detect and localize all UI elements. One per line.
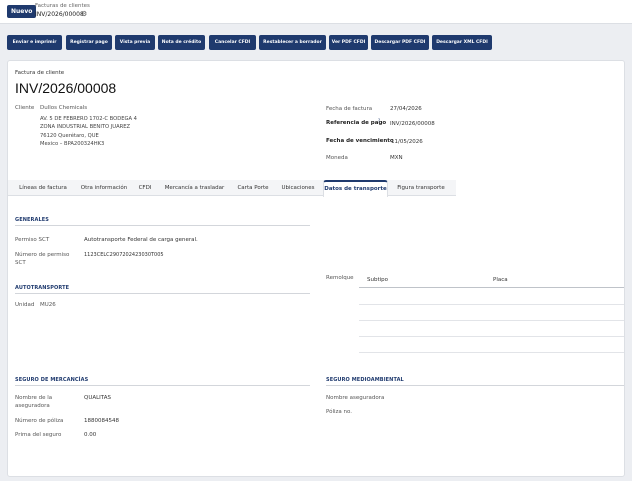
- currency-label: Moneda: [326, 155, 348, 161]
- address-line: 76120 Querétaro, QUE: [40, 132, 99, 139]
- address-line: AV. 5 DE FEBRERO 1702-C BODEGA 4: [40, 116, 137, 122]
- section-seguro-mercancias: SEGURO DE MERCANCÍAS: [15, 377, 89, 383]
- breadcrumb-parent[interactable]: Facturas de clientes: [35, 3, 90, 9]
- table-header: Subtipo Placa: [359, 272, 624, 288]
- poliza-value[interactable]: 1880084548: [84, 418, 119, 424]
- customer-name-link[interactable]: Dullos Chemicals: [40, 105, 87, 111]
- form-sheet: Factura de cliente INV/2026/00008 Client…: [7, 60, 625, 477]
- aseguradora-medio-label: Nombre aseguradora: [326, 395, 385, 401]
- prima-label: Prima del seguro: [15, 432, 62, 438]
- register-payment-button[interactable]: Registrar pago: [66, 35, 112, 50]
- payment-ref-value[interactable]: INV/2026/00008: [390, 121, 435, 127]
- section-divider: [15, 293, 310, 294]
- prima-value[interactable]: 0.00: [84, 432, 96, 438]
- gear-icon[interactable]: ⚙: [81, 10, 87, 18]
- numero-permiso-label: Número de permiso: [15, 252, 70, 258]
- cancel-cfdi-button[interactable]: Cancelar CFDI: [209, 35, 256, 50]
- due-date-label: Fecha de vencimiento: [326, 138, 394, 144]
- credit-note-button[interactable]: Nota de crédito: [158, 35, 205, 50]
- remolque-label: Remolque: [326, 275, 354, 281]
- tab-invoice-lines[interactable]: Líneas de factura: [12, 180, 74, 196]
- download-pdf-cfdi-button[interactable]: Descargar PDF CFDI: [371, 35, 429, 50]
- tab-goods-transfer[interactable]: Mercancía a trasladar: [158, 180, 231, 196]
- unidad-label: Unidad: [15, 302, 35, 308]
- notebook-tabs: Líneas de factura Otra información CFDI …: [8, 180, 456, 197]
- due-date-value[interactable]: 11/05/2026: [391, 139, 423, 145]
- table-row: [359, 304, 624, 305]
- address-line: Mexico – BPA200324HK3: [40, 140, 105, 147]
- aseguradora-label: Nombre de la: [15, 395, 53, 401]
- section-divider: [15, 225, 310, 226]
- doc-type-label: Factura de cliente: [15, 70, 65, 76]
- tab-other-info[interactable]: Otra información: [74, 180, 134, 196]
- breadcrumb-current: INV/2026/00008: [35, 11, 84, 18]
- permiso-sct-value[interactable]: Autotransporte Federal de carga general.: [84, 237, 198, 243]
- section-seguro-medioambiental: SEGURO MEDIOAMBIENTAL: [326, 377, 404, 383]
- currency-value[interactable]: MXN: [390, 155, 403, 161]
- col-subtipo[interactable]: Subtipo: [367, 277, 388, 283]
- table-row: [359, 320, 624, 321]
- aseguradora-label-2: aseguradora: [15, 403, 50, 409]
- section-divider: [15, 385, 310, 386]
- view-pdf-cfdi-button[interactable]: Ver PDF CFDI: [329, 35, 368, 50]
- download-xml-cfdi-button[interactable]: Descargar XML CFDI: [432, 35, 492, 50]
- reset-draft-button[interactable]: Restablecer a borrador: [259, 35, 326, 50]
- tab-cfdi[interactable]: CFDI: [134, 180, 156, 196]
- tab-transport-figure[interactable]: Figura transporte: [390, 180, 452, 196]
- numero-permiso-value[interactable]: 1123CELC2907202423030T005: [84, 252, 164, 258]
- aseguradora-value[interactable]: QUALITAS: [84, 395, 111, 401]
- customer-address: AV. 5 DE FEBRERO 1702-C BODEGA 4 ZONA IN…: [40, 115, 137, 148]
- table-row: [359, 352, 624, 353]
- help-tooltip-icon[interactable]: ?: [378, 118, 380, 123]
- preview-button[interactable]: Vista previa: [115, 35, 155, 50]
- send-print-button[interactable]: Enviar e imprimir: [7, 35, 62, 50]
- new-button[interactable]: Nuevo: [7, 5, 37, 18]
- section-divider: [326, 385, 624, 386]
- unidad-value-link[interactable]: MU26: [40, 302, 56, 308]
- poliza-medio-label: Póliza no.: [326, 409, 353, 415]
- address-line: ZONA INDUSTRIAL BENITO JUAREZ: [40, 124, 131, 131]
- numero-permiso-label-2: SCT: [15, 260, 26, 266]
- poliza-label: Número de póliza: [15, 418, 64, 424]
- tab-transport-data[interactable]: Datos de transporte: [323, 180, 388, 197]
- col-placa[interactable]: Placa: [493, 277, 508, 283]
- section-autotransporte: AUTOTRANSPORTE: [15, 285, 70, 291]
- invoice-date-label: Fecha de factura: [326, 106, 373, 112]
- tab-locations[interactable]: Ubicaciones: [275, 180, 321, 196]
- permiso-sct-label: Permiso SCT: [15, 237, 50, 243]
- control-panel: Nuevo Facturas de clientes INV/2026/0000…: [0, 0, 632, 24]
- section-generales: GENERALES: [15, 217, 49, 223]
- customer-label: Cliente: [15, 105, 35, 111]
- invoice-date-value[interactable]: 27/04/2026: [390, 106, 422, 112]
- invoice-number-title: INV/2026/00008: [15, 80, 117, 96]
- table-row: [359, 336, 624, 337]
- tab-carta-porte[interactable]: Carta Porte: [233, 180, 273, 196]
